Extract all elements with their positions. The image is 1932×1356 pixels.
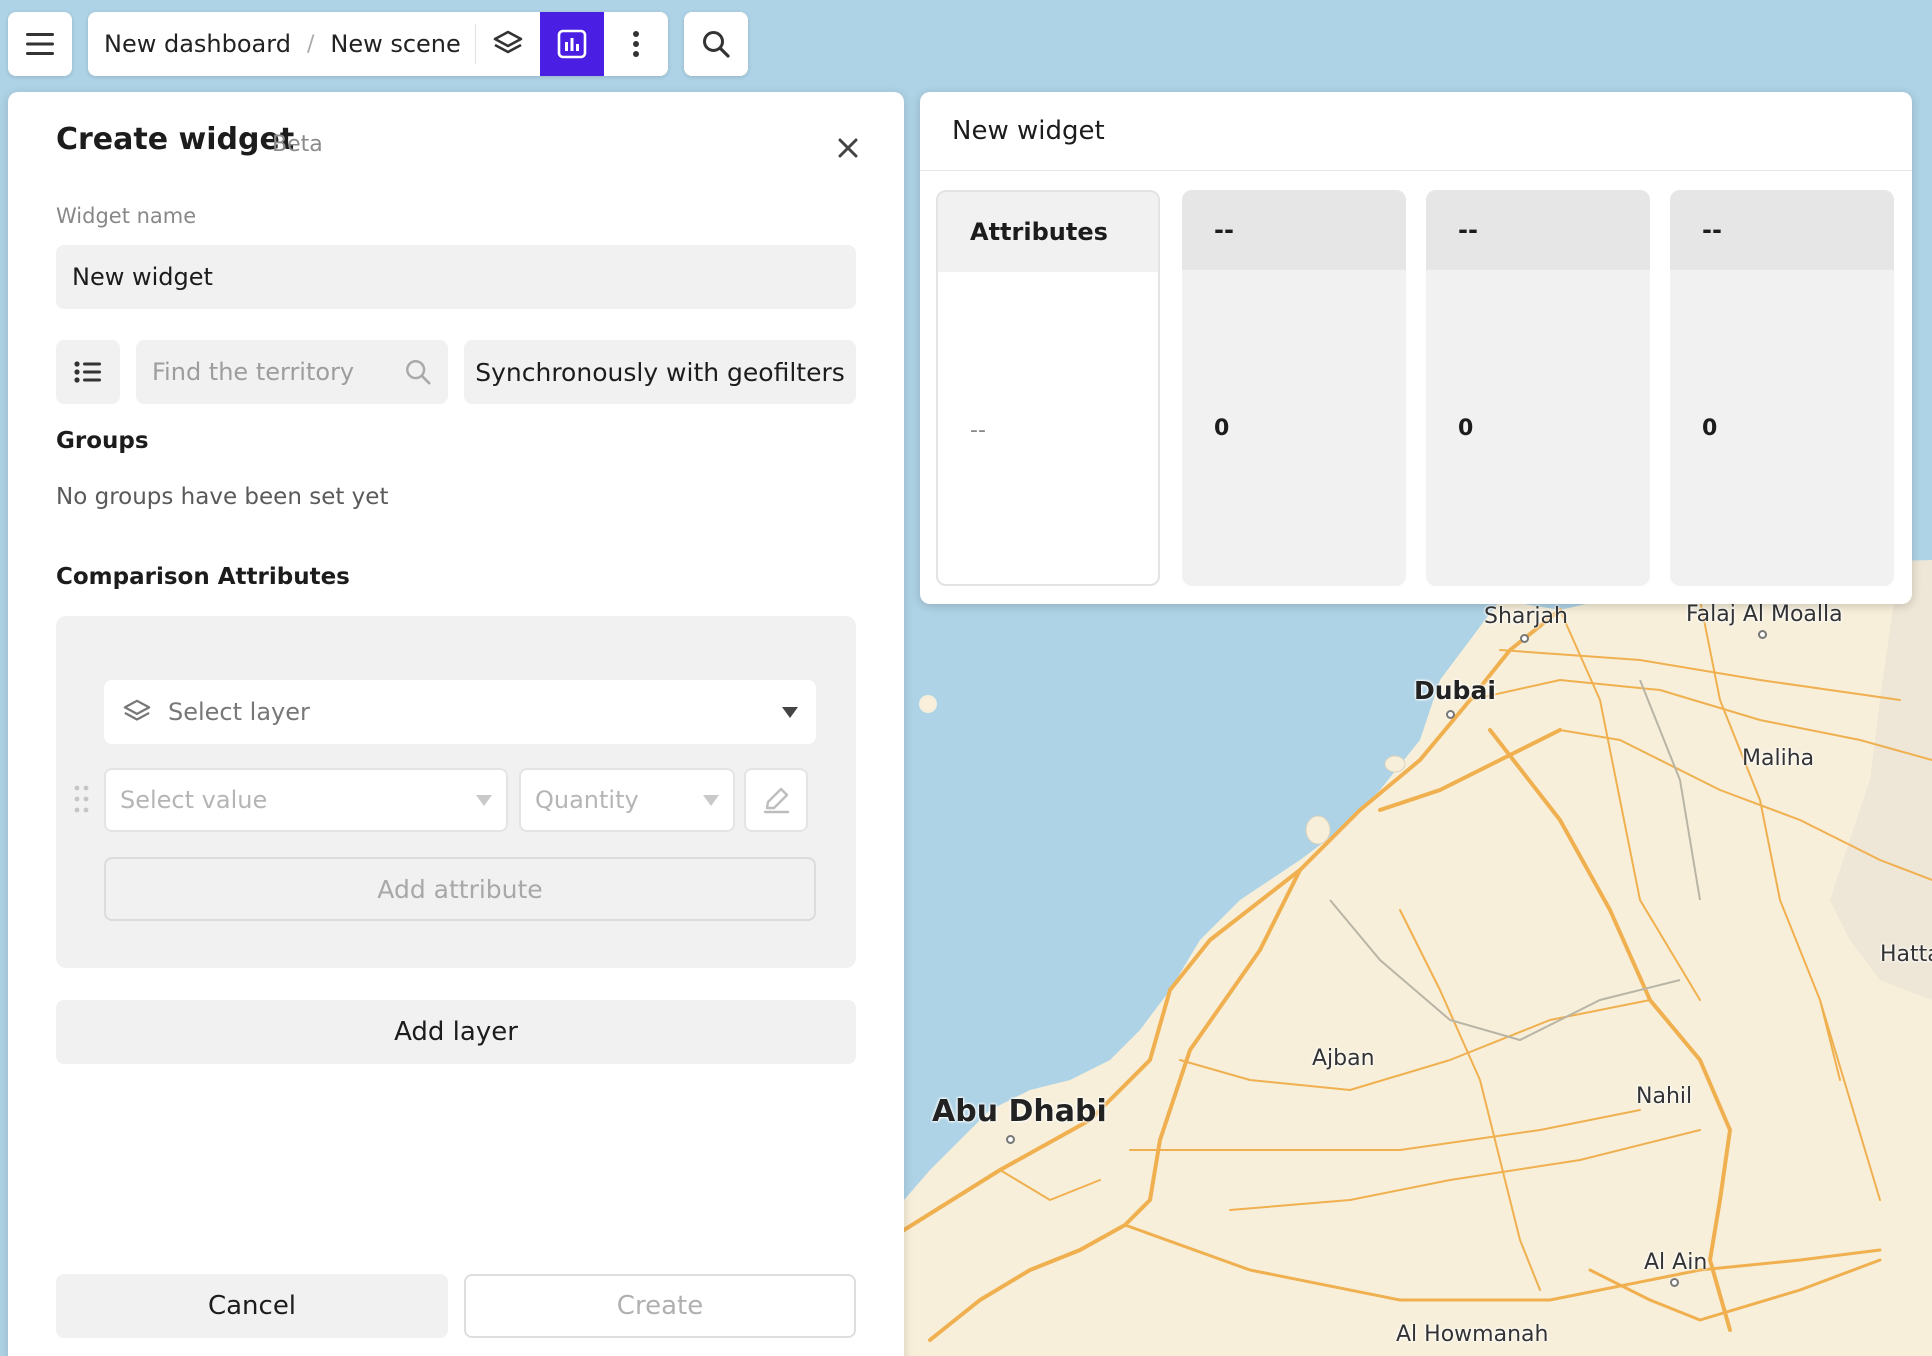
panel-title: Create widget [56, 122, 295, 157]
chevron-down-icon [476, 794, 492, 806]
preview-column: -- 0 [1426, 190, 1650, 586]
preview-column-value: 0 [1458, 415, 1474, 441]
map-label-sharjah: Sharjah [1484, 604, 1568, 629]
groups-empty-text: No groups have been set yet [56, 484, 389, 510]
layers-button[interactable] [476, 12, 540, 76]
hamburger-menu-icon [26, 33, 54, 55]
add-attribute-button[interactable]: Add attribute [104, 857, 816, 921]
map-marker-dubai [1446, 710, 1455, 719]
layers-icon [123, 699, 151, 721]
search-icon [703, 31, 730, 58]
aggregation-select-placeholder: Quantity [535, 786, 639, 814]
create-button[interactable]: Create [464, 1274, 856, 1338]
close-icon [838, 138, 858, 158]
menu-button[interactable] [8, 12, 72, 76]
breadcrumb-scene[interactable]: New scene [330, 30, 460, 58]
search-icon [406, 360, 431, 385]
map-label-ajban: Ajban [1312, 1046, 1375, 1071]
value-select-placeholder: Select value [120, 786, 268, 814]
map-label-abu-dhabi: Abu Dhabi [932, 1094, 1107, 1129]
layer-select[interactable]: Select layer [104, 680, 816, 744]
drag-handle-icon [74, 785, 89, 813]
sync-geofilters-button[interactable]: Synchronously with geofilters [464, 340, 856, 404]
add-layer-button[interactable]: Add layer [56, 1000, 856, 1064]
preview-column-value: -- [970, 417, 986, 443]
beta-badge: Beta [272, 132, 323, 157]
chevron-down-icon [703, 794, 719, 806]
map-label-falaj-al-moalla: Falaj Al Moalla [1686, 602, 1843, 627]
comparison-attributes-title: Comparison Attributes [56, 564, 350, 590]
edit-attribute-button[interactable] [744, 768, 808, 832]
preview-column-header: -- [1426, 190, 1650, 270]
map-label-maliha: Maliha [1742, 746, 1815, 771]
close-button[interactable] [830, 130, 866, 166]
list-icon [74, 361, 101, 383]
preview-column: -- 0 [1670, 190, 1894, 586]
cancel-button[interactable]: Cancel [56, 1274, 448, 1338]
map-marker-falaj-al-moalla [1758, 630, 1767, 639]
more-vertical-icon [633, 31, 639, 57]
layers-icon [493, 30, 523, 54]
preview-column-attributes: Attributes -- [936, 190, 1160, 586]
breadcrumb-bar: New dashboard / New scene [88, 12, 668, 76]
aggregation-select[interactable]: Quantity [519, 768, 735, 832]
territory-search-placeholder: Find the territory [152, 358, 355, 386]
pencil-icon [763, 787, 790, 814]
breadcrumb: New dashboard / New scene [88, 30, 475, 58]
widget-preview-divider [920, 170, 1912, 171]
widget-name-label: Widget name [56, 204, 197, 228]
preview-column: -- 0 [1182, 190, 1406, 586]
preview-column-header: -- [1182, 190, 1406, 270]
preview-column-header: -- [1670, 190, 1894, 270]
map-label-nahil: Nahil [1636, 1084, 1693, 1109]
territory-search-input[interactable]: Find the territory [136, 340, 448, 404]
breadcrumb-separator: / [306, 31, 315, 57]
preview-column-header: Attributes [938, 192, 1158, 272]
widget-preview: New widget Attributes -- -- 0 -- 0 -- 0 [920, 92, 1912, 604]
search-button[interactable] [684, 12, 748, 76]
map-marker-sharjah [1520, 634, 1529, 643]
map-label-al-howmanah: Al Howmanah [1396, 1322, 1549, 1347]
more-button[interactable] [604, 12, 668, 76]
territory-list-button[interactable] [56, 340, 120, 404]
groups-title: Groups [56, 428, 149, 454]
drag-handle[interactable] [72, 780, 92, 820]
widget-name-input[interactable]: New widget [56, 245, 856, 309]
layer-select-placeholder: Select layer [168, 698, 310, 726]
widgets-button[interactable] [540, 12, 604, 76]
breadcrumb-dashboard[interactable]: New dashboard [104, 30, 291, 58]
widget-preview-title: New widget [952, 116, 1105, 146]
map-label-al-ain: Al Ain [1644, 1250, 1708, 1275]
chart-widget-icon [557, 29, 587, 59]
map-label-dubai: Dubai [1414, 676, 1496, 705]
chevron-down-icon [782, 706, 798, 718]
preview-column-value: 0 [1214, 415, 1230, 441]
preview-column-value: 0 [1702, 415, 1718, 441]
map-marker-abu-dhabi [1006, 1135, 1015, 1144]
create-widget-panel: Create widget Beta Widget name New widge… [8, 92, 904, 1356]
map-label-hatta: Hatta [1880, 942, 1932, 967]
value-select[interactable]: Select value [104, 768, 508, 832]
map-marker-al-ain [1670, 1278, 1679, 1287]
